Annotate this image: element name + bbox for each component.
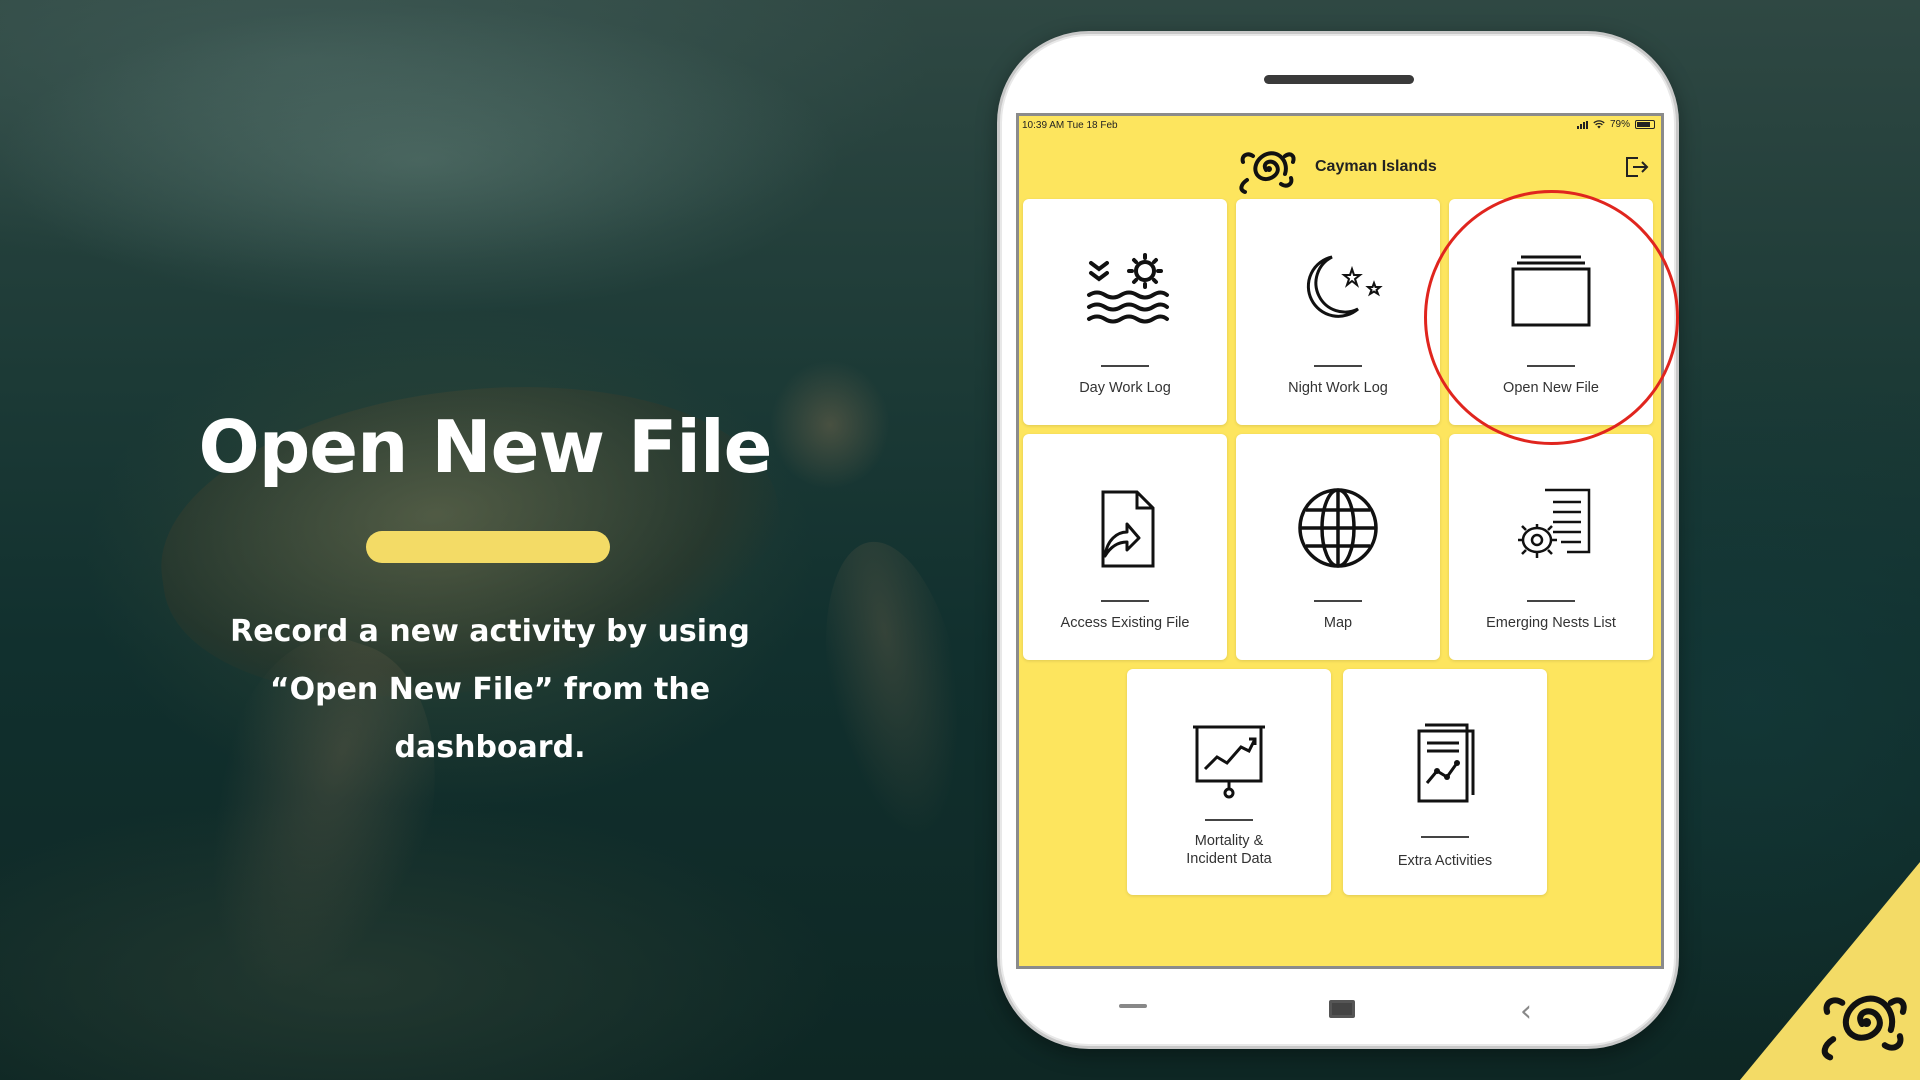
tile-label: Access Existing File — [1060, 615, 1190, 631]
tile-label: Map — [1323, 615, 1353, 631]
sun-waves-icon — [1087, 253, 1169, 324]
turtle-logo-icon — [1821, 995, 1907, 1061]
app-header: Cayman Islands — [1019, 138, 1661, 198]
document-arrow-icon — [1101, 490, 1155, 568]
home-button[interactable] — [1329, 1000, 1355, 1018]
battery-percent: 79% — [1609, 119, 1630, 130]
status-right: 79% — [1576, 119, 1655, 130]
yellow-accent-bar — [366, 531, 610, 563]
phone-speaker — [1264, 75, 1414, 84]
turtle-list-icon — [1518, 488, 1591, 558]
tile-label: Emerging Nests List — [1486, 615, 1616, 631]
tile-map[interactable]: Map — [1236, 434, 1440, 660]
status-bar: 10:39 AM Tue 18 Feb 79% — [1019, 116, 1661, 134]
tile-label: Extra Activities — [1397, 853, 1493, 869]
tile-night-work-log[interactable]: Night Work Log — [1236, 199, 1440, 425]
presentation-chart-icon — [1193, 725, 1265, 799]
tile-divider — [1421, 836, 1469, 838]
android-nav-bar: ‹ — [1000, 994, 1676, 1034]
tile-divider — [1314, 600, 1362, 602]
recent-apps-button[interactable] — [1119, 1004, 1147, 1008]
logout-icon[interactable] — [1621, 152, 1651, 182]
turtle-logo-icon — [1239, 151, 1296, 194]
description-line-1: Record a new activity by using — [230, 614, 750, 649]
highlight-circle — [1424, 190, 1679, 445]
signal-icon — [1576, 120, 1588, 129]
tile-access-existing-file[interactable]: Access Existing File — [1023, 434, 1227, 660]
tile-label: Night Work Log — [1288, 380, 1388, 396]
slide-description: Record a new activity by using “Open New… — [180, 603, 800, 777]
hero-text-block: Open New File Record a new activity by u… — [180, 405, 800, 777]
tile-label: Day Work Log — [1079, 380, 1171, 396]
tile-emerging-nests-list[interactable]: Emerging Nests List — [1449, 434, 1653, 660]
wifi-icon — [1593, 120, 1605, 129]
document-chart-icon — [1417, 723, 1475, 803]
tile-day-work-log[interactable]: Day Work Log — [1023, 199, 1227, 425]
tile-divider — [1314, 365, 1362, 367]
battery-icon — [1635, 120, 1655, 129]
tile-divider — [1101, 365, 1149, 367]
tile-divider — [1205, 819, 1253, 821]
tile-label: Mortality & Incident Data — [1186, 833, 1272, 867]
moon-stars-icon — [1306, 255, 1383, 318]
tile-mortality-incident-data[interactable]: Mortality & Incident Data — [1127, 669, 1331, 895]
app-title: Cayman Islands — [1315, 158, 1437, 175]
globe-icon — [1298, 488, 1378, 568]
back-button[interactable]: ‹ — [1520, 994, 1532, 1029]
description-line-3: dashboard. — [394, 730, 586, 765]
description-line-2: “Open New File” from the — [269, 672, 711, 707]
tile-divider — [1101, 600, 1149, 602]
tile-extra-activities[interactable]: Extra Activities — [1343, 669, 1547, 895]
status-time: 10:39 AM Tue 18 Feb — [1022, 120, 1118, 131]
tile-divider — [1527, 600, 1575, 602]
slide-title: Open New File — [198, 405, 773, 489]
phone-frame: 10:39 AM Tue 18 Feb 79% Cayman Islands D… — [997, 31, 1679, 1049]
